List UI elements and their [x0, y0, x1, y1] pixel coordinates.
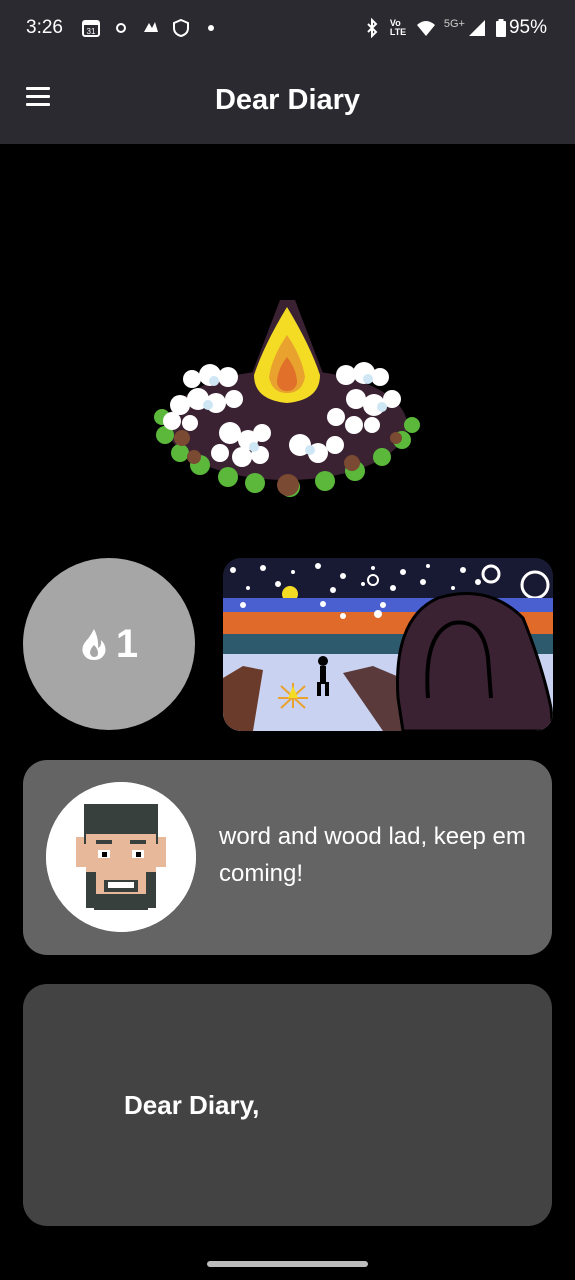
- app-bar: Dear Diary: [0, 56, 575, 144]
- page-title: Dear Diary: [214, 84, 361, 116]
- streak-count: 1: [115, 621, 139, 666]
- status-left: 3:26 31: [26, 17, 221, 39]
- diary-entry-text: Dear Diary,: [124, 1090, 260, 1120]
- scene-thumbnail[interactable]: [223, 558, 553, 731]
- streak-counter[interactable]: 1: [23, 558, 195, 730]
- status-bar: 3:26 31 Vo LTE 5G+ 95%: [0, 0, 575, 56]
- battery-icon: [495, 19, 506, 37]
- wifi-icon: [416, 21, 435, 36]
- diary-entry-card[interactable]: Dear Diary,: [23, 984, 552, 1226]
- calendar-icon: 31: [81, 20, 100, 37]
- comment-text: word and wood lad, keep em coming!: [219, 823, 526, 887]
- volte-label: Vo LTE: [389, 18, 407, 37]
- comment-card[interactable]: word and wood lad, keep em coming!: [23, 760, 552, 955]
- svg-text:31: 31: [87, 27, 96, 36]
- status-time: 3:26: [26, 17, 63, 38]
- shield-icon: [172, 18, 189, 38]
- status-right: Vo LTE 5G+ 95%: [362, 17, 547, 39]
- app-icon: [143, 22, 158, 32]
- avatar: [46, 782, 196, 932]
- bluetooth-icon: [367, 18, 378, 38]
- dot-icon: [207, 25, 214, 31]
- campfire-illustration: [154, 300, 420, 497]
- battery-percent: 95%: [508, 17, 547, 38]
- flame-icon: [82, 629, 106, 660]
- network-label: 5G+: [443, 18, 465, 30]
- home-indicator[interactable]: [207, 1261, 368, 1267]
- signal-icon: [468, 20, 485, 36]
- sync-icon: [115, 23, 126, 33]
